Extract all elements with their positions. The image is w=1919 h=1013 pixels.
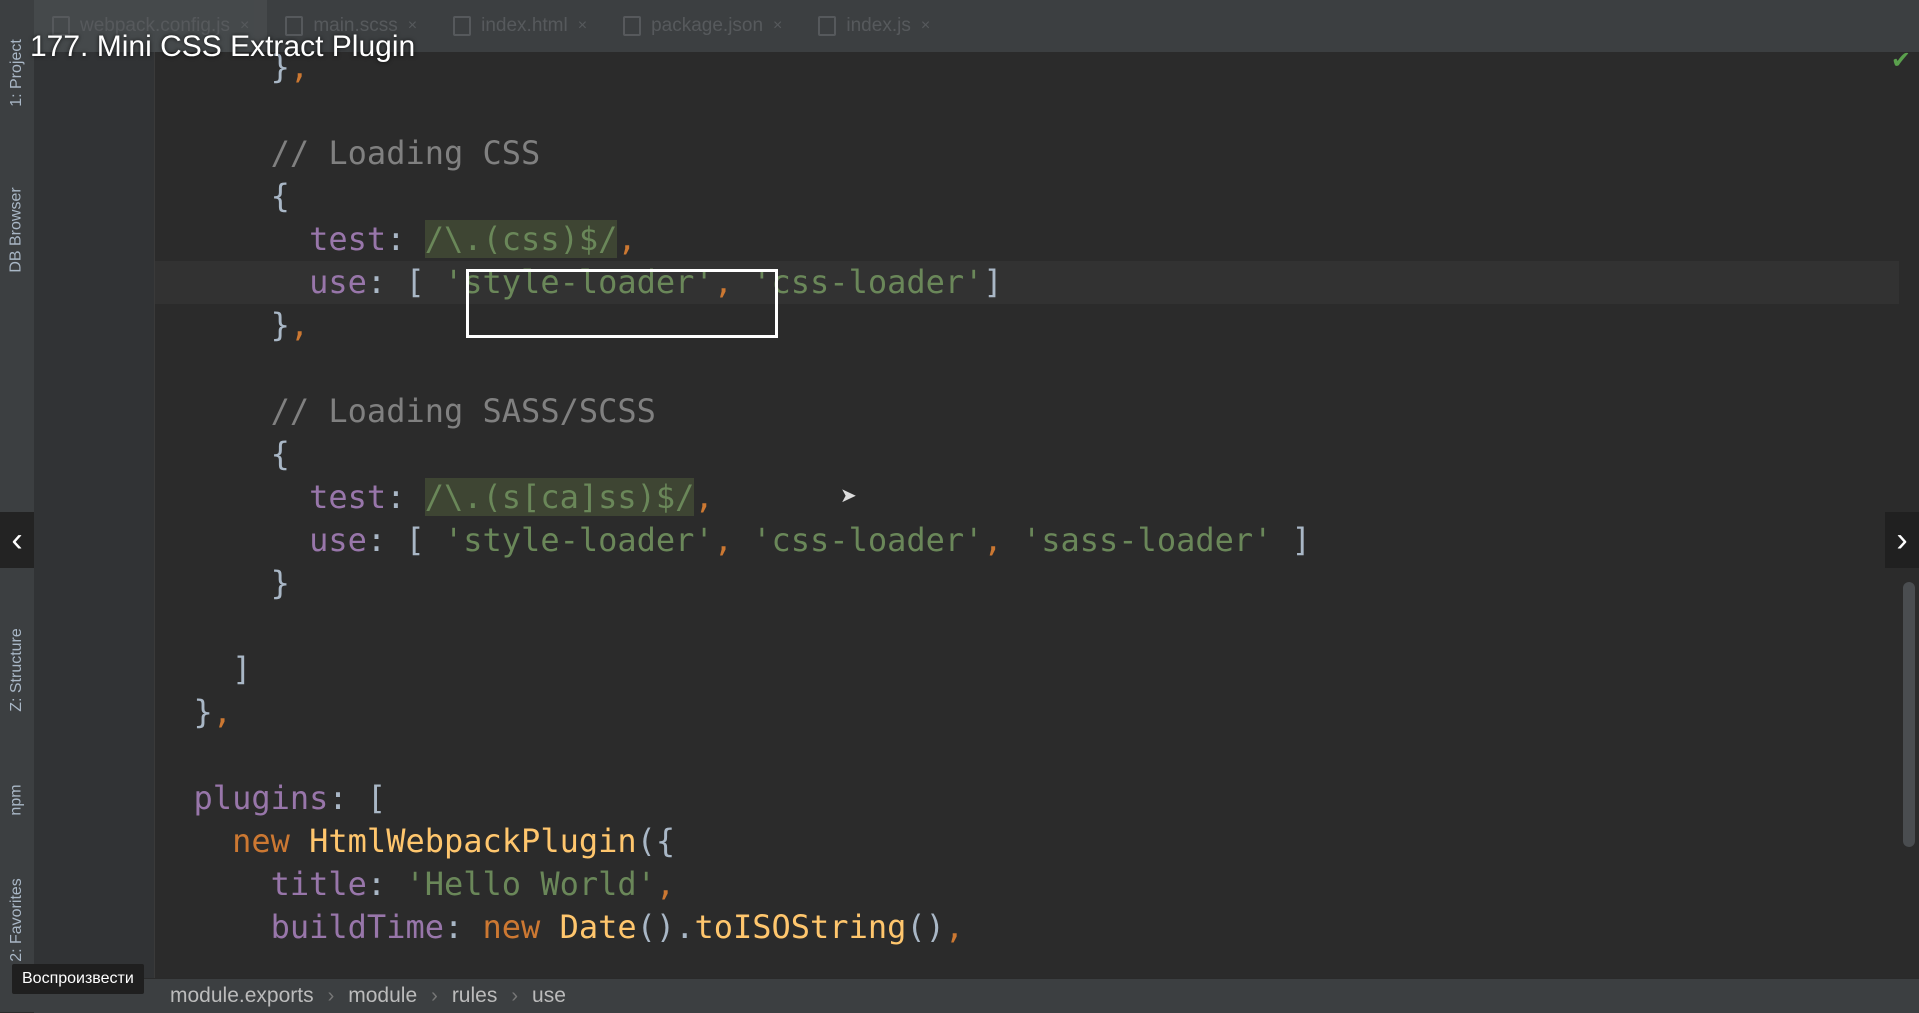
code-text: }, bbox=[270, 306, 310, 344]
project-tool-tab[interactable]: 1: Project bbox=[0, 18, 34, 128]
code-text: buildTime: new Date().toISOString(), bbox=[270, 908, 965, 946]
code-line[interactable]: 58 plugins: [ bbox=[155, 777, 1899, 820]
next-arrow-button[interactable]: › bbox=[1885, 512, 1919, 568]
code-text: test: /\.(s[ca]ss)$/, bbox=[309, 478, 714, 516]
tab-index-html[interactable]: index.html × bbox=[435, 0, 605, 52]
code-text: ] bbox=[232, 650, 252, 688]
json-file-icon bbox=[623, 16, 642, 36]
code-line[interactable]: 52 use: [ 'style-loader', 'css-loader', … bbox=[155, 519, 1899, 562]
chevron-right-icon: › bbox=[431, 984, 438, 1007]
favorites-tool-tab[interactable]: 2: Favorites bbox=[0, 865, 34, 975]
tab-index-js[interactable]: index.js × bbox=[800, 0, 948, 52]
code-line[interactable]: 61 buildTime: new Date().toISOString(), bbox=[155, 906, 1899, 949]
code-text: title: 'Hello World', bbox=[270, 865, 676, 903]
code-line[interactable]: 55 ] bbox=[155, 648, 1899, 691]
project-tool-label: 1: Project bbox=[8, 39, 25, 107]
breadcrumb-item[interactable]: module.exports bbox=[170, 984, 314, 1008]
vertical-scrollbar[interactable] bbox=[1903, 582, 1915, 847]
structure-tool-tab[interactable]: Z: Structure bbox=[0, 605, 34, 735]
code-text: }, bbox=[193, 693, 233, 731]
npm-tool-label: npm bbox=[8, 784, 25, 816]
code-line[interactable]: 49 // Loading SASS/SCSS bbox=[155, 390, 1899, 433]
code-editor[interactable]: 41 },4243 // Loading CSS44 {45 test: /\.… bbox=[155, 52, 1899, 978]
code-text: new HtmlWebpackPlugin({ bbox=[232, 822, 676, 860]
close-icon[interactable]: × bbox=[578, 17, 587, 35]
code-line[interactable]: 50 { bbox=[155, 433, 1899, 476]
npm-tool-tab[interactable]: npm bbox=[0, 765, 34, 835]
js-file-icon bbox=[818, 16, 837, 36]
code-text: { bbox=[270, 435, 290, 473]
db-browser-tool-label: DB Browser bbox=[8, 187, 26, 273]
tab-label: package.json bbox=[651, 15, 764, 36]
code-text: { bbox=[270, 177, 290, 215]
tab-label: index.html bbox=[481, 15, 568, 36]
code-line[interactable]: 54 bbox=[155, 605, 1899, 648]
chevron-left-icon: ‹ bbox=[11, 520, 23, 559]
code-line[interactable]: 53 } bbox=[155, 562, 1899, 605]
mouse-cursor-icon: ➤ bbox=[840, 485, 857, 507]
structure-tool-label: Z: Structure bbox=[8, 628, 26, 712]
code-line[interactable]: 59 new HtmlWebpackPlugin({ bbox=[155, 820, 1899, 863]
video-title: 177. Mini CSS Extract Plugin bbox=[30, 30, 416, 63]
close-icon[interactable]: × bbox=[773, 17, 782, 35]
code-text: plugins: [ bbox=[193, 779, 387, 817]
code-line[interactable]: 47 }, bbox=[155, 304, 1899, 347]
previous-arrow-button[interactable]: ‹ bbox=[0, 512, 34, 568]
code-line[interactable]: 44 { bbox=[155, 175, 1899, 218]
code-line[interactable]: 56 }, bbox=[155, 691, 1899, 734]
code-line[interactable]: 42 bbox=[155, 89, 1899, 132]
code-text: test: /\.(css)$/, bbox=[309, 220, 637, 258]
tab-package-json[interactable]: package.json × bbox=[605, 0, 800, 52]
code-line[interactable]: 45 test: /\.(css)$/, bbox=[155, 218, 1899, 261]
code-line[interactable]: 41 }, bbox=[155, 52, 1899, 89]
chevron-right-icon: › bbox=[1896, 520, 1908, 559]
code-line[interactable]: 57 bbox=[155, 734, 1899, 777]
highlight-annotation-box bbox=[466, 269, 778, 338]
db-browser-tool-tab[interactable]: DB Browser bbox=[0, 160, 34, 300]
chevron-right-icon: › bbox=[327, 984, 335, 1007]
breadcrumb-item[interactable]: rules bbox=[452, 984, 498, 1008]
code-line[interactable]: 51 test: /\.(s[ca]ss)$/, bbox=[155, 476, 1899, 519]
code-text: } bbox=[270, 564, 290, 602]
line-number-gutter bbox=[34, 52, 155, 978]
code-line[interactable]: 48 bbox=[155, 347, 1899, 390]
breadcrumb: module.exports › module › rules › use bbox=[34, 978, 1919, 1013]
breadcrumb-item[interactable]: use bbox=[532, 984, 566, 1008]
code-line[interactable]: 43 // Loading CSS bbox=[155, 132, 1899, 175]
close-icon[interactable]: × bbox=[921, 17, 930, 35]
code-line[interactable]: 60 title: 'Hello World', bbox=[155, 863, 1899, 906]
html-file-icon bbox=[453, 16, 472, 36]
play-tooltip: Воспроизвести bbox=[12, 964, 144, 994]
tab-label: index.js bbox=[846, 15, 911, 36]
check-icon: ✔ bbox=[1890, 47, 1911, 74]
code-line[interactable]: 46 use: [ 'style-loader', 'css-loader'] bbox=[155, 261, 1899, 304]
code-text: // Loading SASS/SCSS bbox=[155, 392, 656, 430]
code-text: use: [ 'style-loader', 'css-loader', 'sa… bbox=[309, 521, 1311, 559]
code-text: // Loading CSS bbox=[155, 134, 541, 172]
tool-window-strip: 1: Project DB Browser Z: Structure npm 2… bbox=[0, 0, 35, 1012]
chevron-right-icon: › bbox=[511, 984, 519, 1007]
favorites-tool-label: 2: Favorites bbox=[8, 878, 25, 962]
breadcrumb-item[interactable]: module bbox=[348, 984, 417, 1008]
